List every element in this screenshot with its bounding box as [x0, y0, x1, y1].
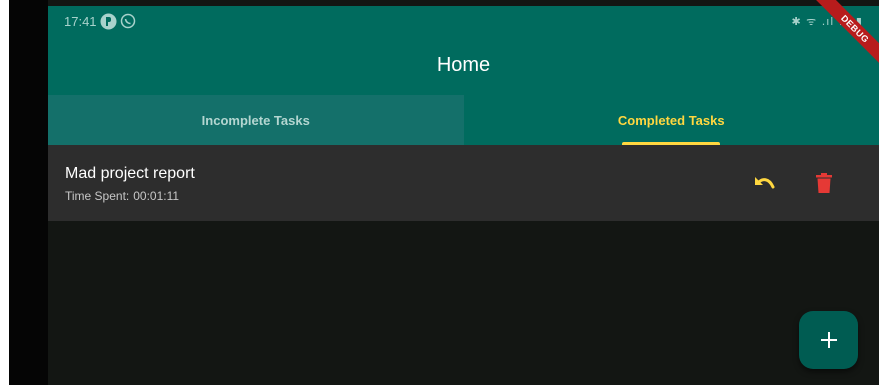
undo-button[interactable] — [750, 171, 778, 195]
plus-icon — [820, 332, 837, 348]
whatsapp-icon — [120, 13, 136, 29]
page-title: Home — [436, 54, 491, 76]
tab-completed-tasks[interactable]: Completed Tasks — [463, 95, 879, 145]
time-spent-value: 00:01:11 — [133, 189, 180, 203]
tab-label: Incomplete Tasks — [201, 112, 310, 128]
undo-icon — [755, 177, 775, 189]
status-time: 17:41 — [64, 14, 97, 29]
tab-incomplete-tasks[interactable]: Incomplete Tasks — [48, 95, 464, 145]
task-title: Mad project report — [65, 165, 195, 182]
device-bezel — [9, 0, 48, 385]
tab-bar: Incomplete Tasks Completed Tasks — [48, 95, 879, 145]
app-notification-icon — [100, 13, 117, 30]
app-screen: 17:41 ✱ ᯤ .ıl .ıl ▮ Home DEBUG Incomplet… — [48, 0, 879, 385]
notification-icons — [100, 13, 136, 30]
task-time-spent: Time Spent: 00:01:11 — [65, 189, 179, 203]
app-bar: Home — [48, 38, 879, 95]
task-list-item[interactable]: Mad project report Time Spent: 00:01:11 — [48, 145, 879, 221]
trash-icon — [816, 173, 832, 193]
add-task-button[interactable] — [799, 311, 858, 369]
time-spent-label: Time Spent: — [65, 189, 130, 203]
tab-label: Completed Tasks — [617, 112, 725, 128]
delete-button[interactable] — [812, 171, 836, 195]
status-bar: 17:41 ✱ ᯤ .ıl .ıl ▮ — [48, 6, 879, 38]
